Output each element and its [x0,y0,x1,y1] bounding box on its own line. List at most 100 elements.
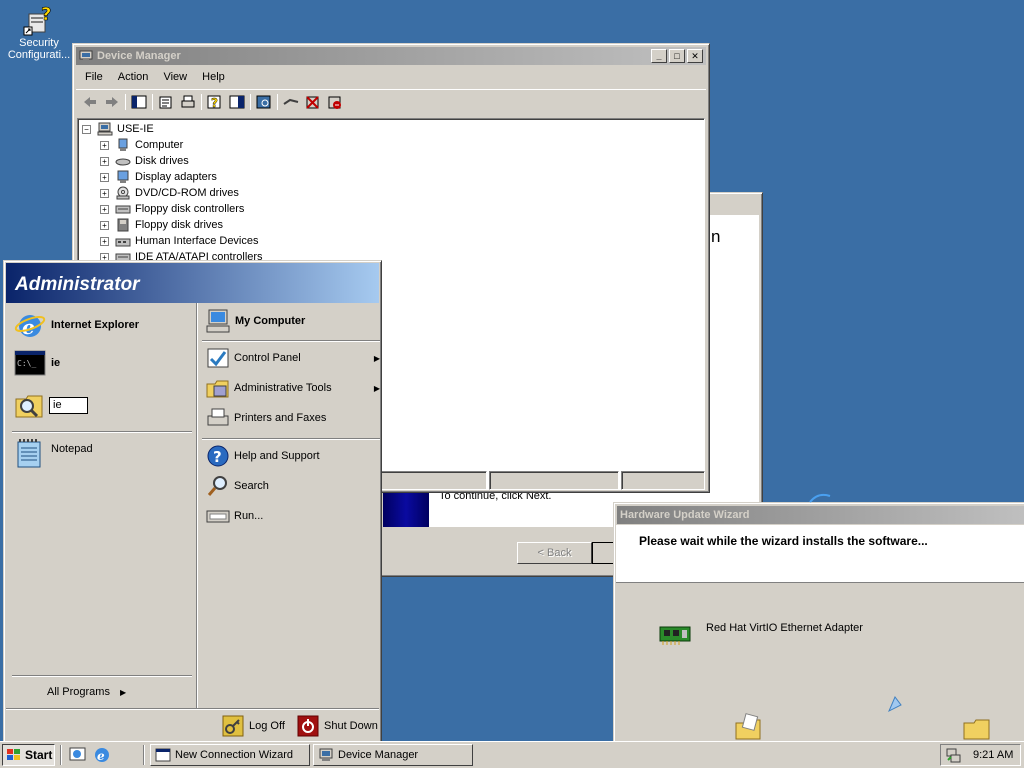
tree-item-dvd[interactable]: + DVD/CD-ROM drives [100,185,263,201]
help-circle-icon: ? [207,445,229,467]
menu-file[interactable]: File [85,71,103,83]
help-support-label: Help and Support [234,450,320,462]
quick-launch-desktop-icon[interactable] [69,746,87,764]
wizard-window-icon [155,748,171,762]
expand-icon[interactable]: + [100,236,109,246]
printers-faxes-item[interactable]: Printers and Faxes [206,406,326,430]
tree-item-display-adapters[interactable]: + Display adapters [100,169,263,185]
all-programs[interactable]: All Programs ▶ [47,686,126,698]
start-label: Start [25,748,53,762]
expand-icon[interactable]: + [100,140,109,150]
device-manager-icon [79,50,93,61]
maximize-button[interactable]: □ [669,49,685,63]
network-tray-icon[interactable] [945,747,961,763]
device-name: Red Hat VirtIO Ethernet Adapter [706,622,863,634]
tree-item-floppy-drives[interactable]: + Floppy disk drives [100,217,263,233]
pinned-internet-explorer[interactable]: e Internet Explorer [14,309,139,341]
power-icon [297,715,319,737]
close-button[interactable]: ✕ [687,49,703,63]
log-off-label: Log Off [249,720,285,732]
floppy-controller-icon [115,205,131,214]
disk-drive-icon [115,158,131,166]
security-config-icon: ? [23,4,52,36]
submenu-arrow-icon: ▶ [373,383,380,393]
administrative-tools-item[interactable]: Administrative Tools ▶ [206,376,380,400]
show-hide-icon[interactable] [228,94,246,110]
tree-item-disk-drives[interactable]: + Disk drives [100,153,263,169]
collapse-icon[interactable]: − [82,124,91,134]
control-panel-icon [207,348,229,368]
printers-faxes-label: Printers and Faxes [234,412,327,424]
log-off-button[interactable]: Log Off [222,715,285,737]
update-driver-icon[interactable] [282,94,300,110]
control-panel-label: Control Panel [234,352,301,364]
print-icon[interactable] [179,94,197,110]
menu-bar: File Action View Help [79,71,231,83]
quick-launch-ie-icon[interactable]: e [93,746,111,764]
search-item[interactable]: Search [206,474,269,498]
desktop-icon-label-2: Configurati... [7,49,71,61]
run-label: Run... [234,510,264,522]
start-menu-header: Administrator [6,263,379,303]
toolbar: ? [81,94,344,110]
taskbar-new-connection-wizard[interactable]: New Connection Wizard [150,744,310,766]
computer-category-icon [118,138,128,151]
desktop-icon-label-1: Security [19,37,59,49]
internet-explorer-icon: e [14,315,46,339]
expand-icon[interactable]: + [100,172,109,182]
menu-help[interactable]: Help [202,71,225,83]
expand-icon[interactable]: + [100,220,109,230]
expand-icon[interactable]: + [100,204,109,214]
expand-icon[interactable]: + [100,156,109,166]
my-computer-item[interactable]: My Computer [206,308,305,334]
run-input[interactable]: ie [49,396,88,414]
source-folder-icon [735,713,761,740]
desktop-icon-security[interactable]: ? Security Configurati... [6,4,72,61]
svg-text:?: ? [41,4,51,25]
menu-action[interactable]: Action [118,71,149,83]
console-tree-icon[interactable] [130,94,148,110]
properties-icon[interactable] [157,94,175,110]
forward-arrow-icon[interactable] [103,94,121,110]
scan-hardware-icon[interactable] [255,94,273,110]
start-button[interactable]: Start [2,744,55,766]
back-button[interactable]: < Back [517,542,592,564]
expand-icon[interactable]: + [100,188,109,198]
control-panel-item[interactable]: Control Panel ▶ [206,346,380,370]
tree-item-label: Computer [135,139,184,151]
run-item[interactable]: Run... [206,504,263,528]
taskbar-btn-label: New Connection Wizard [175,749,293,761]
menu-view[interactable]: View [163,71,187,83]
help-icon[interactable]: ? [206,94,224,110]
tree-item-hid[interactable]: + Human Interface Devices [100,233,263,249]
display-adapter-icon [117,170,129,183]
shut-down-button[interactable]: Shut Down [297,715,378,737]
notepad-label: Notepad [51,443,93,455]
taskbar-btn-label: Device Manager [338,749,419,761]
wizard-animation-icon [809,493,831,503]
back-arrow-icon[interactable] [81,94,99,110]
all-programs-label: All Programs [47,686,110,698]
help-support-item[interactable]: ? Help and Support [206,444,320,468]
wizard-heading-fragment: n [711,227,721,246]
recent-notepad[interactable]: Notepad [14,439,93,469]
hardware-wizard-title: Hardware Update Wizard [620,509,750,521]
tree-root[interactable]: − USE-IE [82,121,263,137]
my-computer-label: My Computer [235,315,306,327]
disable-icon[interactable] [326,94,344,110]
dvd-drive-icon [116,186,130,200]
flying-paper-icon [888,696,902,713]
run-search-icon [15,395,43,418]
clock[interactable]: 9:21 AM [973,749,1013,761]
system-tray: 9:21 AM [940,744,1021,766]
minimize-button[interactable]: _ [651,49,667,63]
administrative-tools-label: Administrative Tools [234,382,332,394]
run-input-value: ie [53,398,62,411]
my-computer-icon [206,309,230,333]
tree-item-computer[interactable]: + Computer [100,137,263,153]
uninstall-icon[interactable] [304,94,322,110]
taskbar-device-manager[interactable]: Device Manager [313,744,473,766]
start-menu: Administrator e Internet Explorer C:\_ i… [3,260,382,743]
tree-item-floppy-controllers[interactable]: + Floppy disk controllers [100,201,263,217]
pinned-ie-shortcut[interactable]: C:\_ ie [14,350,60,376]
